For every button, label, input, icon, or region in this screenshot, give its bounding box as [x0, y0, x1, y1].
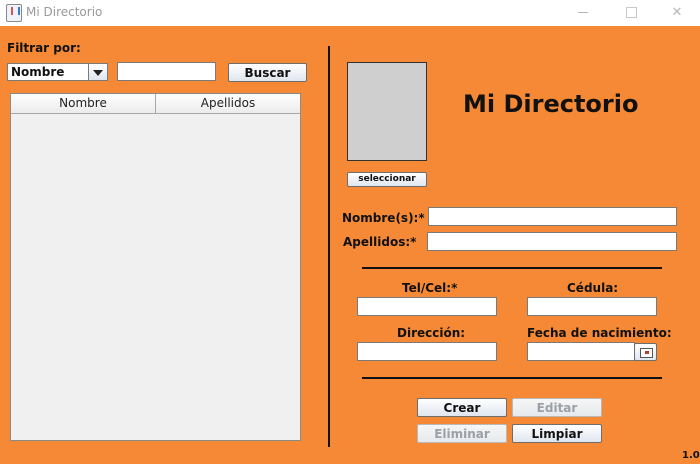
window-title: Mi Directorio: [26, 5, 103, 19]
tel-label: Tel/Cel:*: [402, 281, 458, 295]
select-photo-button[interactable]: seleccionar: [347, 172, 427, 187]
editar-button[interactable]: Editar: [512, 398, 602, 417]
cedula-label: Cédula:: [567, 281, 619, 295]
filter-combo-value: Nombre: [11, 65, 65, 79]
fecha-label: Fecha de nacimiento:: [527, 326, 672, 340]
photo-placeholder: [347, 62, 427, 161]
java-cup-icon: [6, 4, 22, 22]
minimize-button[interactable]: [560, 0, 606, 26]
table-header: Nombre Apellidos: [11, 94, 300, 114]
filter-combo[interactable]: Nombre: [7, 63, 108, 81]
maximize-icon: [625, 7, 637, 18]
eliminar-button[interactable]: Eliminar: [417, 424, 507, 443]
close-icon: ✕: [671, 5, 683, 20]
maximize-button[interactable]: [608, 0, 654, 26]
calendar-icon[interactable]: [634, 343, 657, 361]
direccion-label: Dirección:: [397, 326, 466, 340]
apellidos-label: Apellidos:*: [343, 235, 417, 249]
nombre-field[interactable]: [428, 207, 677, 226]
column-header-apellidos[interactable]: Apellidos: [156, 94, 300, 113]
tel-field[interactable]: [357, 297, 497, 316]
fecha-field[interactable]: [527, 342, 635, 361]
crear-button[interactable]: Crear: [417, 398, 507, 417]
column-header-nombre[interactable]: Nombre: [11, 94, 156, 113]
page-title: Mi Directorio: [463, 90, 639, 118]
divider-top: [362, 267, 662, 269]
filter-label: Filtrar por:: [7, 41, 81, 55]
apellidos-field[interactable]: [427, 232, 677, 251]
chevron-down-icon[interactable]: [88, 64, 107, 80]
app-window: Mi Directorio ✕ Filtrar por: Nombre Busc…: [0, 0, 700, 464]
version-label: 1.0: [682, 450, 700, 461]
search-input[interactable]: [117, 62, 216, 81]
limpiar-button[interactable]: Limpiar: [512, 424, 602, 443]
close-button[interactable]: ✕: [654, 0, 700, 26]
search-button[interactable]: Buscar: [228, 63, 307, 82]
title-bar[interactable]: Mi Directorio ✕: [0, 0, 700, 26]
divider-bottom: [362, 377, 662, 379]
contacts-table[interactable]: Nombre Apellidos: [10, 93, 301, 441]
direccion-field[interactable]: [357, 342, 497, 361]
nombre-label: Nombre(s):*: [342, 211, 425, 225]
minimize-icon: [578, 12, 588, 13]
cedula-field[interactable]: [527, 297, 657, 316]
vertical-separator: [328, 46, 330, 447]
